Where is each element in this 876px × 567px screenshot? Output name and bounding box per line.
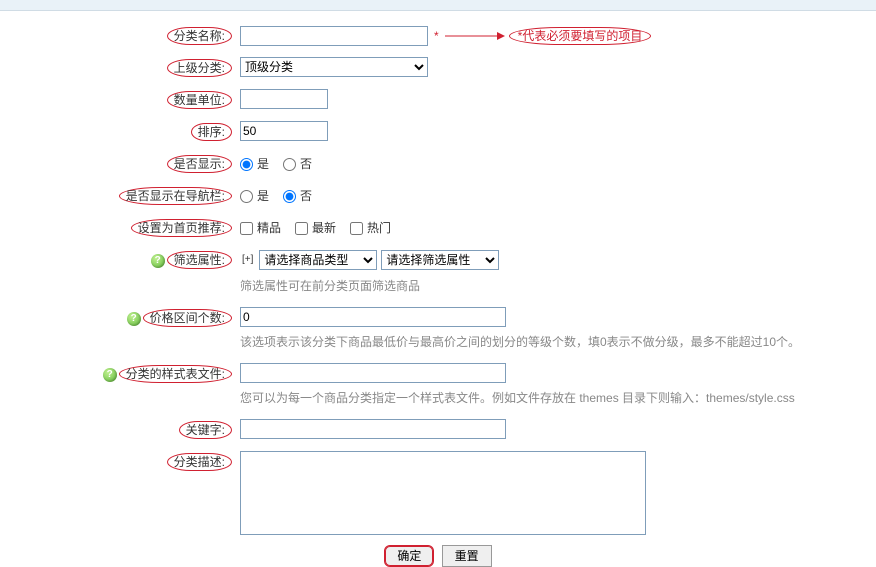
rec-jingpin-text: 精品 (257, 217, 281, 239)
label-filter-attr: 筛选属性: (167, 251, 232, 269)
help-icon[interactable]: ? (103, 368, 117, 382)
label-parent-category: 上级分类: (167, 59, 232, 77)
show-in-nav-yes-option[interactable]: 是 (240, 185, 269, 207)
required-star: * (432, 25, 441, 47)
label-price-range-count: 价格区间个数: (143, 309, 232, 327)
style-file-hint: 您可以为每一个商品分类指定一个样式表文件。例如文件存放在 themes 目录下则… (240, 387, 795, 409)
label-show-in-nav: 是否显示在导航栏: (119, 187, 232, 205)
label-quantity-unit: 数量单位: (167, 91, 232, 109)
rec-jingpin-option[interactable]: 精品 (240, 217, 281, 239)
filter-attr-hint: 筛选属性可在前分类页面筛选商品 (240, 275, 499, 297)
required-annotation: *代表必须要填写的项目 (509, 27, 652, 45)
sort-input[interactable] (240, 121, 328, 141)
show-in-nav-no-text: 否 (300, 185, 312, 207)
style-file-input[interactable] (240, 363, 506, 383)
help-icon[interactable]: ? (127, 312, 141, 326)
label-home-rec: 设置为首页推荐: (131, 219, 232, 237)
category-name-input[interactable] (240, 26, 428, 46)
is-show-yes-option[interactable]: 是 (240, 153, 269, 175)
description-textarea[interactable] (240, 451, 646, 535)
button-row: 确定 重置 (0, 545, 876, 567)
rec-remen-text: 热门 (367, 217, 391, 239)
is-show-yes-text: 是 (257, 153, 269, 175)
label-description: 分类描述: (167, 453, 232, 471)
show-in-nav-no-option[interactable]: 否 (283, 185, 312, 207)
label-is-show: 是否显示: (167, 155, 232, 173)
is-show-yes-radio[interactable] (240, 158, 253, 171)
show-in-nav-no-radio[interactable] (283, 190, 296, 203)
label-sort: 排序: (191, 123, 232, 141)
label-style-file: 分类的样式表文件: (119, 365, 232, 383)
rec-zuixin-text: 最新 (312, 217, 336, 239)
rec-zuixin-option[interactable]: 最新 (295, 217, 336, 239)
submit-button[interactable]: 确定 (384, 545, 434, 567)
price-range-hint: 该选项表示该分类下商品最低价与最高价之间的划分的等级个数，填0表示不做分级，最多… (240, 331, 800, 353)
price-range-count-input[interactable] (240, 307, 506, 327)
label-category-name: 分类名称: (167, 27, 232, 45)
show-in-nav-yes-radio[interactable] (240, 190, 253, 203)
goods-type-select[interactable]: 请选择商品类型 (259, 250, 377, 270)
category-form: 分类名称: * *代表必须要填写的项目 上级分类: 顶级分类 (0, 11, 876, 567)
reset-button[interactable]: 重置 (442, 545, 492, 567)
is-show-no-option[interactable]: 否 (283, 153, 312, 175)
top-bar (0, 0, 876, 11)
is-show-no-text: 否 (300, 153, 312, 175)
parent-category-select[interactable]: 顶级分类 (240, 57, 428, 77)
rec-remen-option[interactable]: 热门 (350, 217, 391, 239)
help-icon[interactable]: ? (151, 254, 165, 268)
quantity-unit-input[interactable] (240, 89, 328, 109)
rec-zuixin-checkbox[interactable] (295, 222, 308, 235)
rec-jingpin-checkbox[interactable] (240, 222, 253, 235)
show-in-nav-yes-text: 是 (257, 185, 269, 207)
keywords-input[interactable] (240, 419, 506, 439)
label-keywords: 关键字: (179, 421, 232, 439)
add-filter-button[interactable]: [+] (240, 249, 255, 271)
arrow-icon (445, 28, 505, 44)
filter-attr-select[interactable]: 请选择筛选属性 (381, 250, 499, 270)
rec-remen-checkbox[interactable] (350, 222, 363, 235)
is-show-no-radio[interactable] (283, 158, 296, 171)
